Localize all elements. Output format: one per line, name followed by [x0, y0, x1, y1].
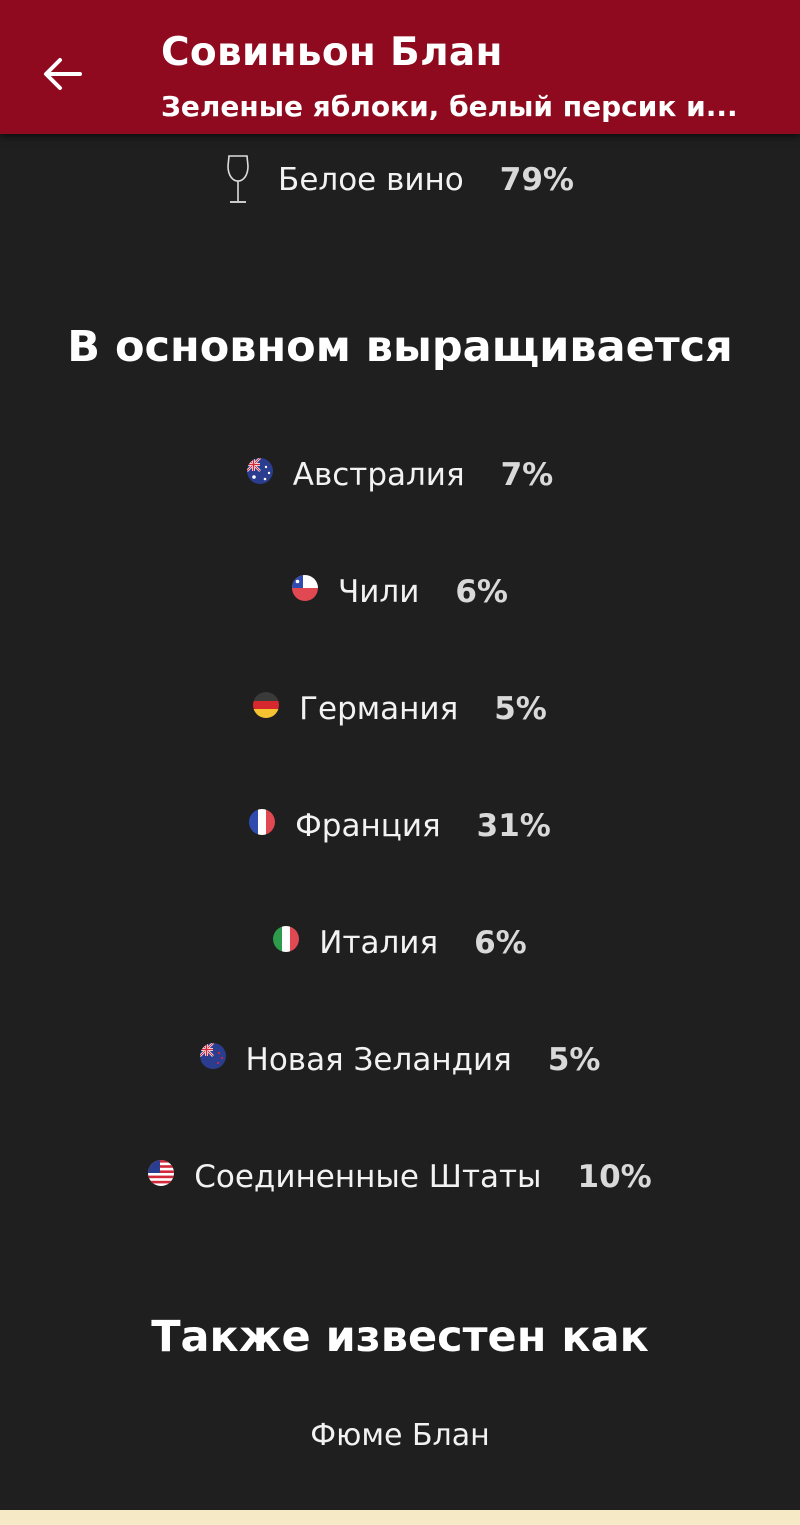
country-percent: 10%: [577, 1159, 652, 1195]
grape-detail-screen: Совиньон Блан Зеленые яблоки, белый перс…: [0, 0, 800, 1525]
country-name: Италия: [319, 925, 439, 961]
country-name: Франция: [295, 808, 441, 844]
wine-type-row: Белое вино 79%: [0, 152, 800, 208]
country-name: Германия: [299, 691, 459, 727]
wine-glass-icon: [226, 154, 250, 206]
new-zealand-flag-icon: [199, 1043, 226, 1069]
country-percent: 6%: [455, 574, 508, 610]
country-row: Чили 6%: [0, 569, 800, 615]
country-name: Австралия: [292, 457, 465, 493]
back-arrow-icon: [44, 58, 82, 90]
synonym-item: Фюме Блан: [310, 1418, 490, 1453]
country-row: Германия 5%: [0, 686, 800, 732]
australia-flag-icon: [246, 458, 273, 484]
country-row: Австралия 7%: [0, 452, 800, 498]
page-subtitle: Зеленые яблоки, белый персик и...: [161, 90, 738, 123]
country-percent: 5%: [547, 1042, 601, 1078]
chile-flag-icon: [291, 575, 318, 601]
germany-flag-icon: [253, 692, 280, 718]
country-row: Италия 6%: [0, 920, 800, 966]
country-row: Франция 31%: [0, 803, 800, 849]
grown-section-title: В основном выращивается: [67, 322, 733, 372]
country-name: Чили: [337, 574, 420, 610]
back-button[interactable]: [30, 42, 94, 106]
app-bar: Совиньон Блан Зеленые яблоки, белый перс…: [0, 0, 800, 134]
wine-type-label: Белое вино: [278, 162, 464, 198]
country-name: Новая Зеландия: [245, 1042, 512, 1078]
wine-type-percent: 79%: [499, 162, 574, 198]
aka-section-title: Также известен как: [151, 1312, 649, 1362]
italy-flag-icon: [273, 926, 300, 952]
country-percent: 6%: [474, 925, 527, 961]
country-percent: 7%: [500, 457, 554, 493]
country-name: Соединенные Штаты: [194, 1159, 542, 1195]
country-row: Соединенные Штаты 10%: [0, 1154, 800, 1200]
country-percent: 5%: [494, 691, 547, 727]
bottom-panel-edge: [0, 1510, 800, 1525]
page-title: Совиньон Блан: [161, 30, 503, 75]
usa-flag-icon: [148, 1160, 175, 1186]
country-percent: 31%: [476, 808, 551, 844]
country-row: Новая Зеландия 5%: [0, 1037, 800, 1083]
france-flag-icon: [249, 809, 276, 835]
